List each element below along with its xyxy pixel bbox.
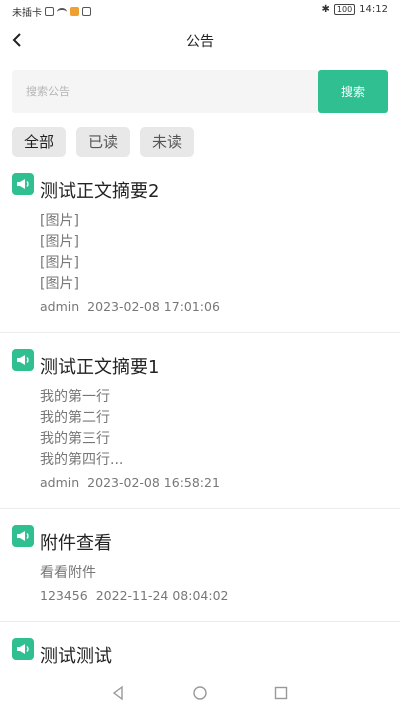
battery-icon: 100 (333, 4, 356, 15)
search-input[interactable] (12, 70, 318, 113)
tab-read[interactable]: 已读 (76, 127, 131, 157)
notice-summary-line: 看看附件 (40, 565, 96, 581)
notice-author: admin (40, 299, 80, 314)
filter-tabs: 全部 已读 未读 (12, 127, 195, 157)
notice-summary-line: 我的第一行 (40, 389, 110, 405)
notice-datetime: 2023-02-08 17:01:06 (87, 299, 220, 314)
notice-list: 测试正文摘要2 [图片] [图片] [图片] [图片] admin 2023-02… (0, 168, 400, 676)
notification-icon (82, 7, 91, 16)
notice-summary-line: [图片] (40, 213, 79, 229)
notice-meta: admin 2023-02-08 17:01:06 (40, 299, 220, 314)
notice-title: 测试正文摘要2 (40, 181, 160, 202)
announcement-icon (12, 525, 34, 547)
notice-title: 测试测试 (40, 646, 112, 667)
notice-summary-line: 我的第四行... (40, 452, 124, 468)
clock: 14:12 (359, 4, 388, 15)
announcement-icon (12, 638, 34, 660)
nav-bar: 公告 (0, 22, 400, 58)
notice-meta: 123456 2022-11-24 08:04:02 (40, 588, 228, 603)
notice-summary-line: [图片] (40, 234, 79, 250)
list-item[interactable]: 测试正文摘要2 [图片] [图片] [图片] [图片] admin 2023-02… (0, 168, 400, 333)
status-left: 未插卡 (12, 4, 91, 19)
notice-summary-line: [图片] (40, 276, 79, 292)
page-title: 公告 (186, 34, 214, 50)
circle-home-icon (193, 686, 207, 700)
notice-summary-line: [图片] (40, 255, 79, 271)
app-notification-icon (70, 7, 79, 16)
system-recents-button[interactable] (273, 685, 289, 705)
notice-summary-line: 我的第二行 (40, 410, 110, 426)
list-item[interactable]: 测试正文摘要1 我的第一行 我的第二行 我的第三行 我的第四行... admin… (0, 333, 400, 509)
status-right: ✱ 100 14:12 (321, 4, 388, 15)
triangle-back-icon (112, 685, 123, 701)
notice-datetime: 2023-02-08 16:58:21 (87, 475, 220, 490)
notice-title: 附件查看 (40, 533, 112, 554)
battery-level: 100 (336, 5, 353, 14)
announcement-icon (12, 173, 34, 195)
announcement-icon (12, 349, 34, 371)
notice-summary-line: 我的第三行 (40, 431, 110, 447)
list-item[interactable]: 附件查看 看看附件 123456 2022-11-24 08:04:02 (0, 509, 400, 622)
search-button[interactable]: 搜索 (318, 70, 388, 113)
bluetooth-icon: ✱ (321, 4, 330, 15)
wifi-icon (57, 7, 67, 16)
list-item[interactable]: 测试测试 (0, 622, 400, 676)
sim-icon (45, 7, 54, 16)
notice-datetime: 2022-11-24 08:04:02 (95, 588, 229, 603)
system-nav-bar (0, 676, 400, 711)
system-back-button[interactable] (110, 685, 126, 705)
status-bar: 未插卡 ✱ 100 14:12 (0, 0, 400, 22)
tab-all[interactable]: 全部 (12, 127, 67, 157)
square-recents-icon (274, 686, 288, 700)
search-bar: 搜索 (12, 70, 388, 113)
carrier-text: 未插卡 (12, 8, 42, 19)
notice-author: admin (40, 475, 80, 490)
notice-meta: admin 2023-02-08 16:58:21 (40, 475, 220, 490)
notice-author: 123456 (40, 588, 88, 603)
system-home-button[interactable] (192, 685, 208, 705)
notice-title: 测试正文摘要1 (40, 357, 160, 378)
tab-unread[interactable]: 未读 (140, 127, 195, 157)
